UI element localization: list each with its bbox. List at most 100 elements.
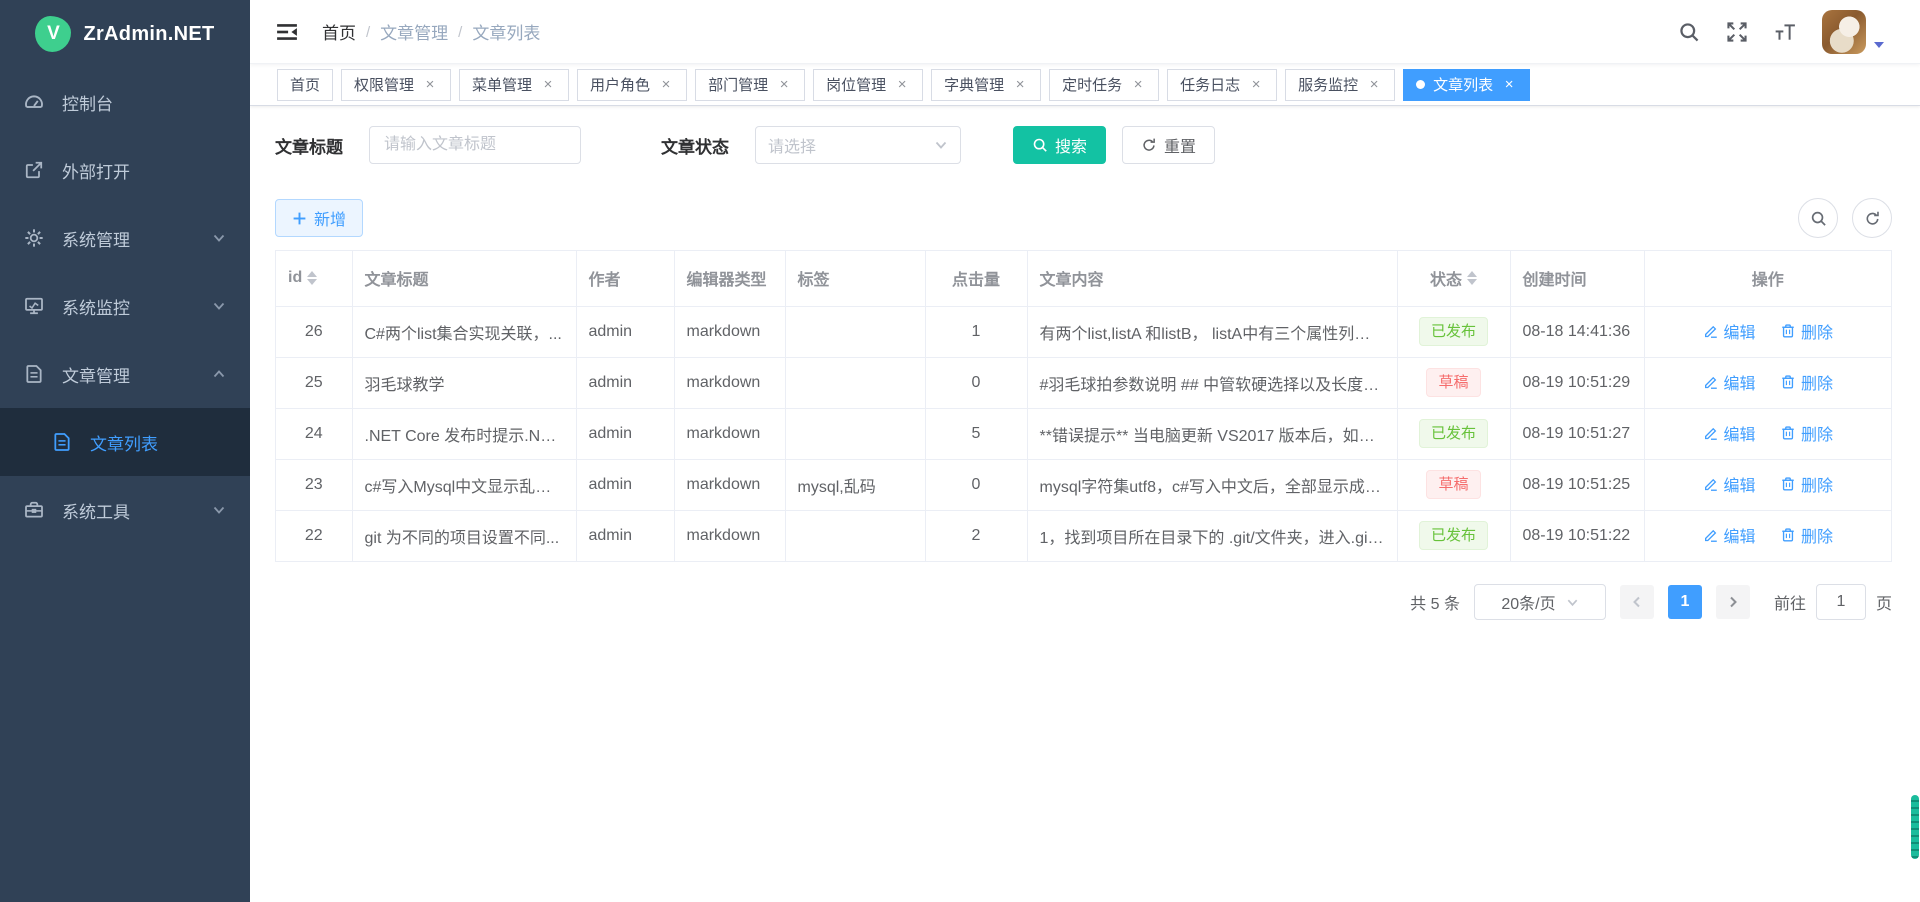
tab-home[interactable]: 首页 xyxy=(277,69,333,101)
delete-button[interactable]: 删除 xyxy=(1780,421,1833,445)
table-toolbar: 新增 xyxy=(275,198,1892,238)
scrollbar-thumb[interactable] xyxy=(1911,795,1919,859)
font-size-icon[interactable] xyxy=(1774,21,1796,43)
pencil-icon xyxy=(1703,425,1719,441)
close-tab-icon[interactable] xyxy=(1248,77,1264,93)
breadcrumb-article-list: 文章列表 xyxy=(472,19,540,44)
sidebar-item-system-management[interactable]: 系统管理 xyxy=(0,204,250,272)
close-tab-icon[interactable] xyxy=(658,77,674,93)
trash-icon xyxy=(1780,425,1796,441)
avatar[interactable] xyxy=(1822,10,1866,54)
table-row[interactable]: 26 C#两个list集合实现关联，... admin markdown 1 有… xyxy=(276,306,1891,357)
breadcrumb-separator xyxy=(366,22,370,42)
logo-mark-icon: V xyxy=(35,16,71,52)
table-row[interactable]: 24 .NET Core 发布时提示.NET... admin markdown… xyxy=(276,408,1891,459)
close-tab-icon[interactable] xyxy=(422,77,438,93)
goto-page-input[interactable] xyxy=(1816,584,1866,620)
article-title-input[interactable] xyxy=(369,126,581,164)
sidebar: V ZrAdmin.NET 控制台 外部打开 系统管理 系统监控 文章管理 文章… xyxy=(0,0,250,902)
tab-menu-management[interactable]: 菜单管理 xyxy=(459,69,569,101)
delete-button[interactable]: 删除 xyxy=(1780,319,1833,343)
breadcrumb-home[interactable]: 首页 xyxy=(322,19,356,44)
search-icon[interactable] xyxy=(1678,21,1700,43)
articles-table: id 文章标题 作者 编辑器类型 标签 点击量 文章内容 状态 创 xyxy=(275,250,1892,562)
breadcrumb-article-management[interactable]: 文章管理 xyxy=(380,19,448,44)
chevron-down-icon xyxy=(212,503,226,517)
toggle-search-button[interactable] xyxy=(1798,198,1838,238)
close-tab-icon[interactable] xyxy=(894,77,910,93)
sort-icon xyxy=(307,271,317,285)
filter-form: 文章标题 文章状态 请选择 搜索 重置 xyxy=(275,126,1892,164)
collapse-sidebar-icon[interactable] xyxy=(276,22,298,42)
article-status-select[interactable]: 请选择 xyxy=(755,126,961,164)
tab-post-management[interactable]: 岗位管理 xyxy=(813,69,923,101)
close-tab-icon[interactable] xyxy=(1012,77,1028,93)
page-size-select[interactable]: 20条/页 xyxy=(1474,584,1606,620)
sidebar-item-label: 文章列表 xyxy=(90,430,158,455)
table-row[interactable]: 22 git 为不同的项目设置不同... admin markdown 2 1，… xyxy=(276,510,1891,561)
pagination-total: 共 5 条 xyxy=(1410,590,1460,614)
status-badge: 已发布 xyxy=(1419,521,1488,550)
close-tab-icon[interactable] xyxy=(1130,77,1146,93)
chevron-left-icon xyxy=(1630,595,1644,609)
tab-task-logs[interactable]: 任务日志 xyxy=(1167,69,1277,101)
column-clicks: 点击量 xyxy=(925,251,1027,306)
refresh-table-button[interactable] xyxy=(1852,198,1892,238)
table-row[interactable]: 25 羽毛球教学 admin markdown 0 #羽毛球拍参数说明 ## 中… xyxy=(276,357,1891,408)
close-tab-icon[interactable] xyxy=(1366,77,1382,93)
column-actions: 操作 xyxy=(1644,251,1891,306)
tab-department-management[interactable]: 部门管理 xyxy=(695,69,805,101)
refresh-icon xyxy=(1864,210,1881,227)
pencil-icon xyxy=(1703,476,1719,492)
tab-user-role[interactable]: 用户角色 xyxy=(577,69,687,101)
chevron-down-icon xyxy=(212,231,226,245)
sidebar-item-article-list[interactable]: 文章列表 xyxy=(0,408,250,476)
edit-button[interactable]: 编辑 xyxy=(1703,523,1756,547)
tab-dict-management[interactable]: 字典管理 xyxy=(931,69,1041,101)
sidebar-item-system-monitor[interactable]: 系统监控 xyxy=(0,272,250,340)
search-icon xyxy=(1032,137,1048,153)
fullscreen-icon[interactable] xyxy=(1726,21,1748,43)
sidebar-item-article-management[interactable]: 文章管理 xyxy=(0,340,250,408)
page-unit-label: 页 xyxy=(1876,590,1892,614)
chevron-up-icon xyxy=(212,367,226,381)
next-page-button[interactable] xyxy=(1716,585,1750,619)
toolbox-icon xyxy=(24,500,44,520)
delete-button[interactable]: 删除 xyxy=(1780,370,1833,394)
delete-button[interactable]: 删除 xyxy=(1780,472,1833,496)
delete-button[interactable]: 删除 xyxy=(1780,523,1833,547)
tab-service-monitor[interactable]: 服务监控 xyxy=(1285,69,1395,101)
sort-icon xyxy=(1467,271,1477,285)
status-badge: 草稿 xyxy=(1426,470,1480,499)
tab-permission-management[interactable]: 权限管理 xyxy=(341,69,451,101)
edit-button[interactable]: 编辑 xyxy=(1703,421,1756,445)
chevron-down-icon xyxy=(1566,596,1579,609)
close-tab-icon[interactable] xyxy=(1501,77,1517,93)
sidebar-item-external-open[interactable]: 外部打开 xyxy=(0,136,250,204)
column-tags: 标签 xyxy=(785,251,925,306)
document-icon xyxy=(52,432,72,452)
edit-button[interactable]: 编辑 xyxy=(1703,319,1756,343)
sidebar-item-system-tools[interactable]: 系统工具 xyxy=(0,476,250,544)
close-tab-icon[interactable] xyxy=(776,77,792,93)
sidebar-item-dashboard[interactable]: 控制台 xyxy=(0,68,250,136)
table-row[interactable]: 23 c#写入Mysql中文显示乱码 ... admin markdown my… xyxy=(276,459,1891,510)
page-number-button[interactable]: 1 xyxy=(1668,585,1702,619)
sort-by-id[interactable]: id xyxy=(288,269,317,287)
user-menu[interactable] xyxy=(1822,10,1884,54)
previous-page-button[interactable] xyxy=(1620,585,1654,619)
edit-button[interactable]: 编辑 xyxy=(1703,472,1756,496)
edit-button[interactable]: 编辑 xyxy=(1703,370,1756,394)
sort-by-status[interactable]: 状态 xyxy=(1430,266,1477,290)
app-logo[interactable]: V ZrAdmin.NET xyxy=(0,0,250,68)
tab-article-list-active[interactable]: 文章列表 xyxy=(1403,69,1530,101)
add-button[interactable]: 新增 xyxy=(275,199,363,237)
sidebar-item-label: 控制台 xyxy=(62,90,113,115)
pagination: 共 5 条 20条/页 1 前往 页 xyxy=(275,584,1892,620)
search-icon xyxy=(1810,210,1827,227)
tab-scheduled-tasks[interactable]: 定时任务 xyxy=(1049,69,1159,101)
search-button[interactable]: 搜索 xyxy=(1013,126,1106,164)
reset-button[interactable]: 重置 xyxy=(1122,126,1215,164)
close-tab-icon[interactable] xyxy=(540,77,556,93)
trash-icon xyxy=(1780,527,1796,543)
